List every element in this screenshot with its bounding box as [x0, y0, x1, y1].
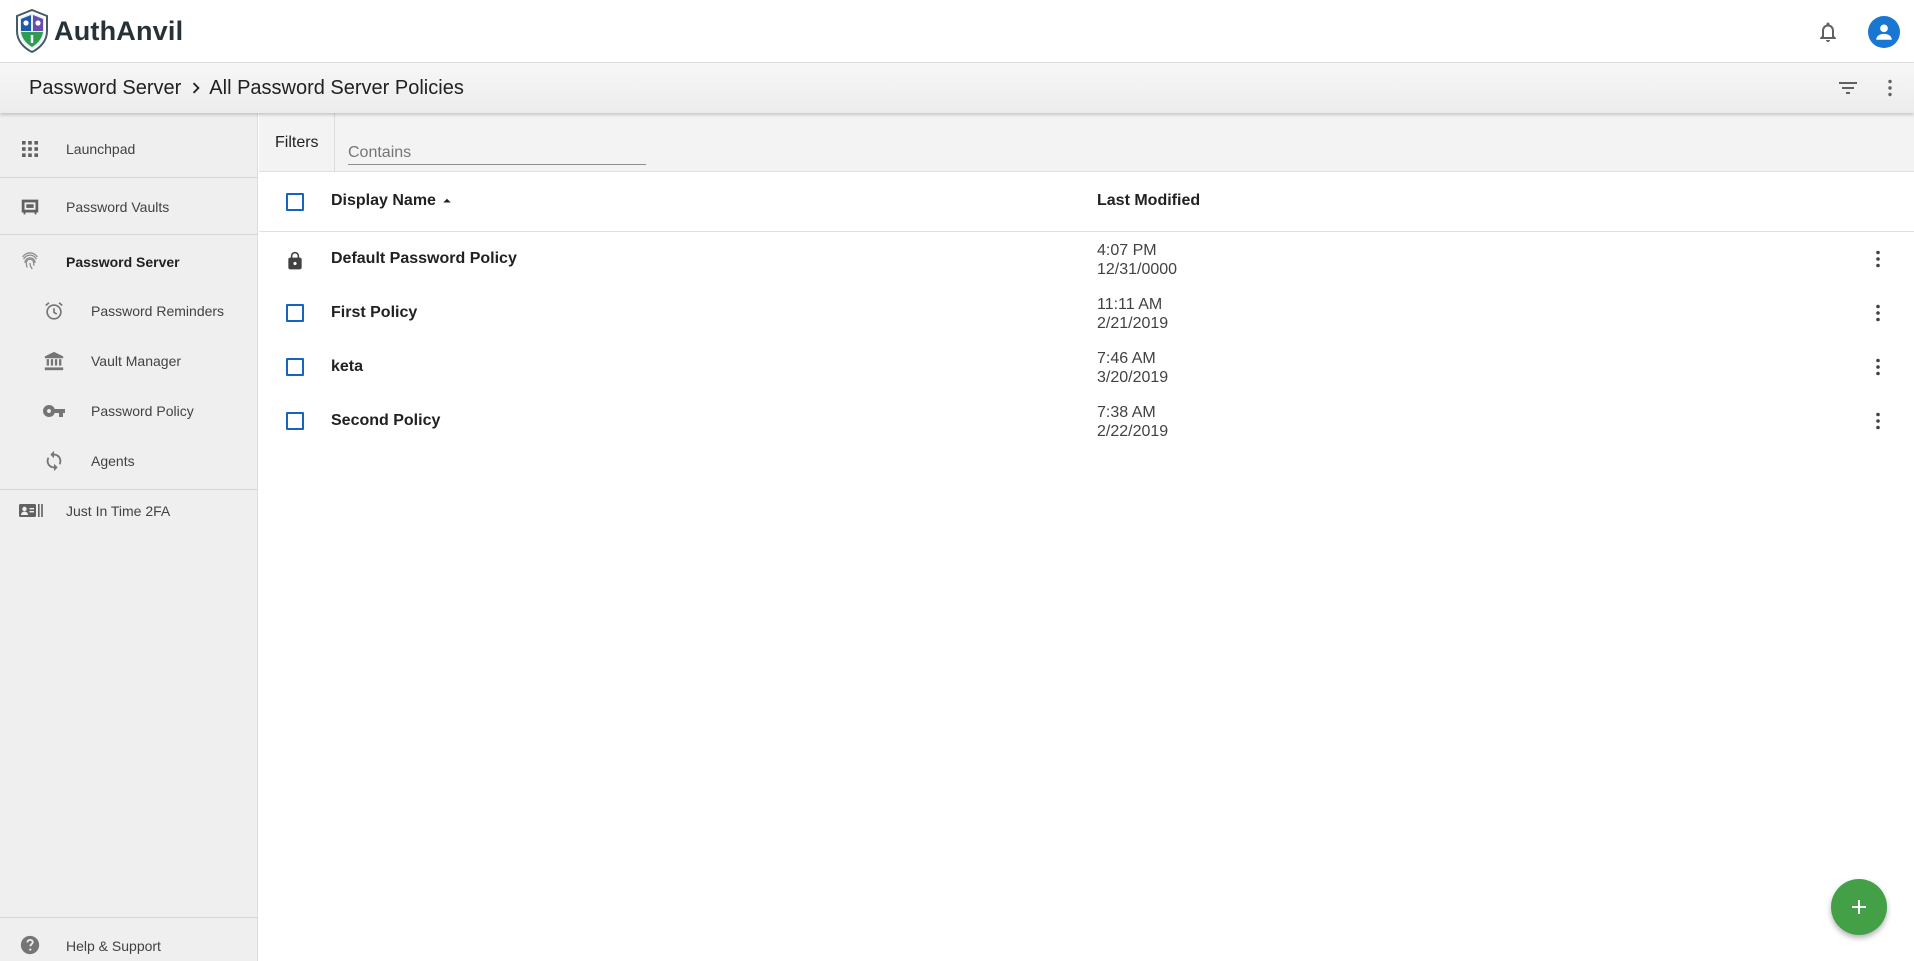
top-app-bar: AuthAnvil: [0, 0, 1914, 63]
sidebar-divider: [0, 234, 258, 235]
table-row[interactable]: First Policy 11:11 AM 2/21/2019: [259, 286, 1914, 340]
row-display-name[interactable]: First Policy: [331, 304, 417, 322]
sidebar-item-label: Password Server: [66, 254, 180, 270]
column-header-label: Last Modified: [1097, 192, 1201, 209]
breadcrumb-password-server[interactable]: Password Server: [29, 77, 181, 100]
plus-icon: [1852, 900, 1866, 914]
row-modified-date: 2/21/2019: [1097, 315, 1169, 332]
sidebar-item-label: Launchpad: [66, 141, 136, 157]
row-modified-time: 11:11 AM: [1097, 296, 1163, 313]
sidebar-divider: [0, 917, 258, 918]
app-root: AuthAnvil Password Server All Password S…: [0, 0, 1914, 961]
brand-logo[interactable]: AuthAnvil: [14, 9, 183, 53]
sidebar-item-label: Password Policy: [91, 403, 194, 419]
row-checkbox[interactable]: [286, 304, 304, 322]
more-vert-icon: [1876, 412, 1880, 430]
column-header-label: Display Name: [331, 192, 436, 209]
sidebar-item-just-in-time-2fa[interactable]: Just In Time 2FA: [0, 496, 258, 526]
sidebar-item-password-policy[interactable]: Password Policy: [0, 396, 258, 426]
sidebar-item-label: Password Reminders: [91, 303, 225, 319]
breadcrumb-current-page: All Password Server Policies: [209, 76, 464, 99]
more-vert-icon: [1888, 79, 1892, 97]
filter-button[interactable]: [1836, 76, 1860, 100]
more-vert-icon: [1876, 358, 1880, 376]
row-modified-date: 3/20/2019: [1097, 369, 1169, 386]
badge-icon: [18, 499, 44, 523]
shield-logo-icon: [16, 9, 48, 53]
alarm-icon: [42, 299, 66, 323]
select-all-checkbox[interactable]: [286, 193, 304, 211]
breadcrumb: Password Server All Password Server Poli…: [0, 63, 1914, 113]
row-display-name[interactable]: Second Policy: [331, 412, 440, 430]
row-display-name[interactable]: keta: [331, 358, 363, 376]
sidebar-item-label: Help & Support: [66, 938, 161, 954]
row-modified-time: 7:46 AM: [1097, 350, 1156, 367]
filter-icon: [1839, 82, 1857, 94]
filter-bar: Filters: [259, 113, 1914, 172]
sync-icon: [42, 449, 66, 473]
row-checkbox[interactable]: [286, 412, 304, 430]
column-header-last-modified[interactable]: Last Modified: [1097, 192, 1200, 210]
page-more-button[interactable]: [1878, 76, 1902, 100]
vault-icon: [18, 195, 42, 219]
sidebar-item-password-server[interactable]: Password Server: [0, 247, 258, 277]
lock-icon: [288, 251, 302, 270]
filter-contains-input[interactable]: [348, 141, 646, 165]
more-vert-icon: [1876, 250, 1880, 268]
row-more-button[interactable]: [1866, 355, 1890, 379]
row-more-button[interactable]: [1866, 247, 1890, 271]
sidebar-item-password-vaults[interactable]: Password Vaults: [0, 192, 258, 222]
app-name: AuthAnvil: [54, 15, 184, 46]
column-header-display-name[interactable]: Display Name: [331, 192, 456, 210]
sidebar-item-label: Vault Manager: [91, 353, 182, 369]
apps-grid-icon: [18, 137, 42, 161]
sidebar-item-help-support[interactable]: Help & Support: [0, 931, 258, 961]
sidebar-item-password-reminders[interactable]: Password Reminders: [0, 296, 258, 326]
bell-icon[interactable]: [1816, 20, 1840, 44]
row-modified-date: 12/31/0000: [1097, 261, 1178, 278]
sidebar-item-label: Just In Time 2FA: [66, 503, 171, 519]
sidebar: Launchpad Password Vaults Password Serve…: [0, 113, 258, 961]
row-modified-time: 7:38 AM: [1097, 404, 1156, 421]
sidebar-item-launchpad[interactable]: Launchpad: [0, 134, 258, 164]
account-circle-icon: [1876, 23, 1892, 40]
row-modified-date: 2/22/2019: [1097, 423, 1169, 440]
row-more-button[interactable]: [1866, 409, 1890, 433]
table-row[interactable]: keta 7:46 AM 3/20/2019: [259, 340, 1914, 394]
top-actions: [1816, 0, 1914, 63]
sidebar-item-agents[interactable]: Agents: [0, 446, 258, 476]
sidebar-item-label: Agents: [91, 453, 135, 469]
table-row[interactable]: Second Policy 7:38 AM 2/22/2019: [259, 394, 1914, 448]
row-more-button[interactable]: [1866, 301, 1890, 325]
table-header: Display Name Last Modified: [259, 172, 1914, 232]
more-vert-icon: [1876, 304, 1880, 322]
filters-tab[interactable]: Filters: [259, 113, 335, 172]
add-policy-button[interactable]: [1831, 879, 1887, 935]
key-icon: [42, 399, 66, 423]
row-modified-time: 4:07 PM: [1097, 242, 1157, 259]
chevron-right-icon: [193, 82, 200, 94]
fingerprint-icon: [18, 250, 42, 274]
sidebar-divider: [0, 177, 258, 178]
sidebar-item-label: Password Vaults: [66, 199, 170, 215]
table-row[interactable]: Default Password Policy 4:07 PM 12/31/00…: [259, 232, 1914, 286]
sidebar-item-vault-manager[interactable]: Vault Manager: [0, 346, 258, 376]
main-content: Filters Display Name Last Modified Defau…: [259, 113, 1914, 961]
row-checkbox[interactable]: [286, 358, 304, 376]
bank-icon: [42, 349, 66, 373]
row-display-name[interactable]: Default Password Policy: [331, 250, 517, 268]
sort-ascending-icon: [443, 198, 451, 203]
breadcrumb-actions: [1836, 63, 1914, 113]
help-icon: [18, 933, 42, 957]
sidebar-divider: [0, 489, 258, 490]
account-avatar[interactable]: [1868, 15, 1900, 48]
